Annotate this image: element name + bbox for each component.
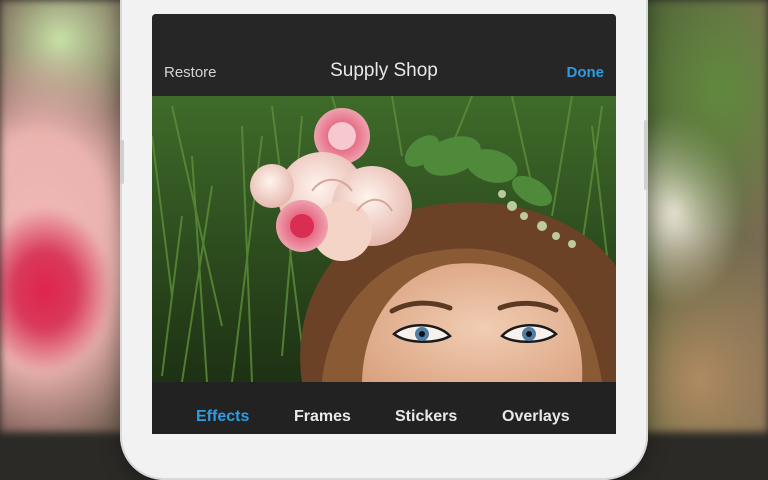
photo-canvas[interactable]	[152, 96, 616, 382]
app-screen: Restore Supply Shop Done Effects Frames …	[152, 14, 616, 434]
tab-overlays[interactable]: Overlays	[502, 408, 570, 426]
filter-tab-bar: Effects Frames Stickers Overlays	[152, 382, 616, 434]
phone-side-button	[120, 140, 124, 184]
tab-stickers[interactable]: Stickers	[395, 408, 457, 426]
phone-power-button	[644, 120, 648, 190]
tab-effects[interactable]: Effects	[196, 408, 249, 426]
photo-image	[152, 96, 616, 382]
done-button[interactable]: Done	[567, 64, 605, 81]
page-title: Supply Shop	[330, 60, 438, 81]
navigation-bar: Restore Supply Shop Done	[152, 14, 616, 96]
tab-frames[interactable]: Frames	[294, 408, 351, 426]
